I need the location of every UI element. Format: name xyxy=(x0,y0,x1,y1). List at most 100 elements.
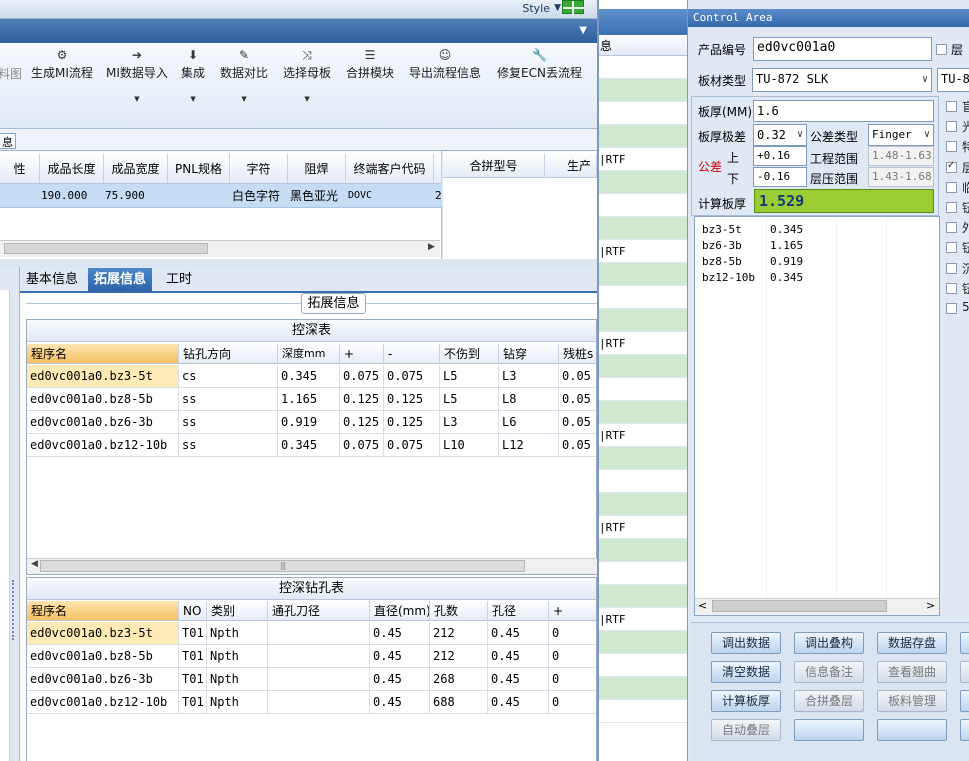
table-cell[interactable]: T01 xyxy=(179,622,207,645)
list-item[interactable] xyxy=(599,125,687,148)
extra-button[interactable] xyxy=(960,632,969,654)
list-item[interactable] xyxy=(599,102,687,125)
dropdown-arrow-icon[interactable]: ▼ xyxy=(181,95,205,103)
table-row[interactable]: ed0vc001a0.bz8-5b xyxy=(27,388,179,411)
column-header[interactable]: 深度mm xyxy=(278,344,340,364)
table-row[interactable]: ed0vc001a0.bz3-5t xyxy=(27,622,179,645)
table-cell[interactable] xyxy=(268,691,370,714)
dropdown-arrow-icon[interactable]: ▼ xyxy=(220,95,268,103)
table-cell[interactable]: 0.075 xyxy=(384,434,440,457)
table-row[interactable]: ed0vc001a0.bz6-3b xyxy=(27,668,179,691)
table-cell[interactable]: 212 xyxy=(430,622,488,645)
column-header[interactable]: 不伤到 xyxy=(440,344,499,364)
column-header[interactable]: 钻穿 xyxy=(499,344,559,364)
list-item[interactable] xyxy=(599,585,687,608)
table-cell[interactable]: 212 xyxy=(430,645,488,668)
extra-button[interactable] xyxy=(960,719,969,741)
column-header[interactable]: 终端客户代码 xyxy=(346,154,434,184)
scroll-right-icon[interactable]: ▶ xyxy=(428,242,435,252)
table-row[interactable]: ed0vc001a0.bz12-10b xyxy=(27,434,179,457)
column-header[interactable]: PNL规格 xyxy=(168,154,230,184)
table-cell[interactable]: T01 xyxy=(179,691,207,714)
column-header[interactable]: NO xyxy=(179,601,207,621)
table-cell[interactable]: 0.125 xyxy=(340,388,384,411)
splitter-grip[interactable] xyxy=(12,580,16,640)
list-item[interactable] xyxy=(599,79,687,102)
table-cell[interactable]: 0.45 xyxy=(370,668,430,691)
table-cell[interactable]: 0.45 xyxy=(370,645,430,668)
table-cell[interactable]: Npth xyxy=(207,622,268,645)
table-cell[interactable]: 0.075 xyxy=(340,434,384,457)
table-cell[interactable]: L3 xyxy=(499,365,559,388)
column-header[interactable]: 通孔刀径 xyxy=(268,601,370,621)
table-cell[interactable]: 0.05 xyxy=(559,388,596,411)
merge-module-button[interactable]: ☰ 合拼模块 xyxy=(346,47,394,81)
tab-extended-info[interactable]: 拓展信息 xyxy=(88,268,153,293)
board-type-select[interactable]: TU-872 SLK ∨ xyxy=(752,68,932,92)
blank-button[interactable] xyxy=(794,719,864,741)
column-header[interactable]: 合拼型号 xyxy=(443,154,545,178)
table-cell[interactable]: 0.05 xyxy=(559,365,596,388)
list-item[interactable] xyxy=(599,56,687,79)
load-data-button[interactable]: 调出数据 xyxy=(711,632,781,654)
extra-button[interactable] xyxy=(960,661,969,683)
list-item[interactable] xyxy=(599,700,687,723)
table-cell[interactable]: 0.075 xyxy=(340,365,384,388)
list-item[interactable] xyxy=(599,286,687,309)
table-cell[interactable]: ss xyxy=(179,434,278,457)
option-checkbox[interactable] xyxy=(946,242,957,254)
column-header[interactable]: 阻焊 xyxy=(288,154,346,184)
upper-tolerance-field[interactable]: +0.16 xyxy=(753,146,807,166)
list-item[interactable] xyxy=(599,217,687,240)
table-cell[interactable]: 0.05 xyxy=(559,411,596,434)
list-item[interactable] xyxy=(599,355,687,378)
fix-ecn-flow-button[interactable]: 🔧 修复ECN丢流程 xyxy=(497,47,582,81)
table-row[interactable]: ed0vc001a0.bz12-10b xyxy=(27,691,179,714)
table-cell[interactable]: 0.125 xyxy=(384,411,440,434)
integrate-button[interactable]: ⬇ 集成 ▼ xyxy=(181,47,205,103)
table-cell[interactable]: 0 xyxy=(549,691,596,714)
dropdown-arrow-icon[interactable]: ▼ xyxy=(106,95,168,103)
merge-stack-button[interactable]: 合拼叠层 xyxy=(794,690,864,712)
clear-data-button[interactable]: 清空数据 xyxy=(711,661,781,683)
table-cell[interactable]: L5 xyxy=(440,388,499,411)
table-cell[interactable]: Npth xyxy=(207,668,268,691)
extra-button[interactable] xyxy=(960,690,969,712)
tolerance-grade-select[interactable]: 0.32 ∨ xyxy=(753,124,807,146)
mi-data-import-button[interactable]: ➔ MI数据导入 ▼ xyxy=(106,47,168,103)
select-mother-board-button[interactable]: ⤨ 选择母板 ▼ xyxy=(283,47,331,103)
option-checkbox[interactable] xyxy=(946,202,957,213)
middle-list-header[interactable]: 息 xyxy=(599,36,687,56)
board-type-select-2[interactable]: TU-8 xyxy=(937,68,969,92)
list-item[interactable] xyxy=(599,677,687,700)
table-cell[interactable] xyxy=(268,645,370,668)
style-menu-label[interactable]: Style xyxy=(522,2,550,15)
table-cell[interactable]: 0.45 xyxy=(488,691,549,714)
list-item[interactable] xyxy=(599,470,687,493)
chevron-down-icon[interactable]: ∨ xyxy=(922,70,928,90)
table-cell[interactable]: 0.345 xyxy=(278,365,340,388)
table-cell[interactable]: L5 xyxy=(440,365,499,388)
scrollbar-thumb[interactable] xyxy=(712,600,887,612)
table-row[interactable]: ed0vc001a0.bz3-5t xyxy=(27,365,179,388)
option-checkbox[interactable] xyxy=(946,303,957,314)
scroll-left-icon[interactable]: ◀ xyxy=(31,559,38,569)
scroll-right-icon[interactable]: > xyxy=(926,599,935,612)
list-item[interactable] xyxy=(599,194,687,217)
table-cell[interactable]: ss xyxy=(179,388,278,411)
list-item[interactable] xyxy=(599,401,687,424)
table-cell[interactable]: 0.45 xyxy=(488,668,549,691)
column-header[interactable] xyxy=(434,154,442,184)
table-cell[interactable]: 0.05 xyxy=(559,434,596,457)
table-cell[interactable]: 688 xyxy=(430,691,488,714)
table-cell[interactable]: 0.45 xyxy=(370,691,430,714)
list-item[interactable] xyxy=(599,654,687,677)
generate-mi-flow-button[interactable]: ⚙ 生成MI流程 xyxy=(31,47,93,81)
tolerance-type-select[interactable]: Finger ∨ xyxy=(868,124,934,146)
thickness-field[interactable]: 1.6 xyxy=(753,100,934,122)
table-cell[interactable]: 0.345 xyxy=(278,434,340,457)
column-header[interactable]: 孔数 xyxy=(430,601,488,621)
table-cell[interactable]: 0.919 xyxy=(278,411,340,434)
column-header[interactable]: 字符 xyxy=(230,154,288,184)
table-cell[interactable]: L6 xyxy=(499,411,559,434)
